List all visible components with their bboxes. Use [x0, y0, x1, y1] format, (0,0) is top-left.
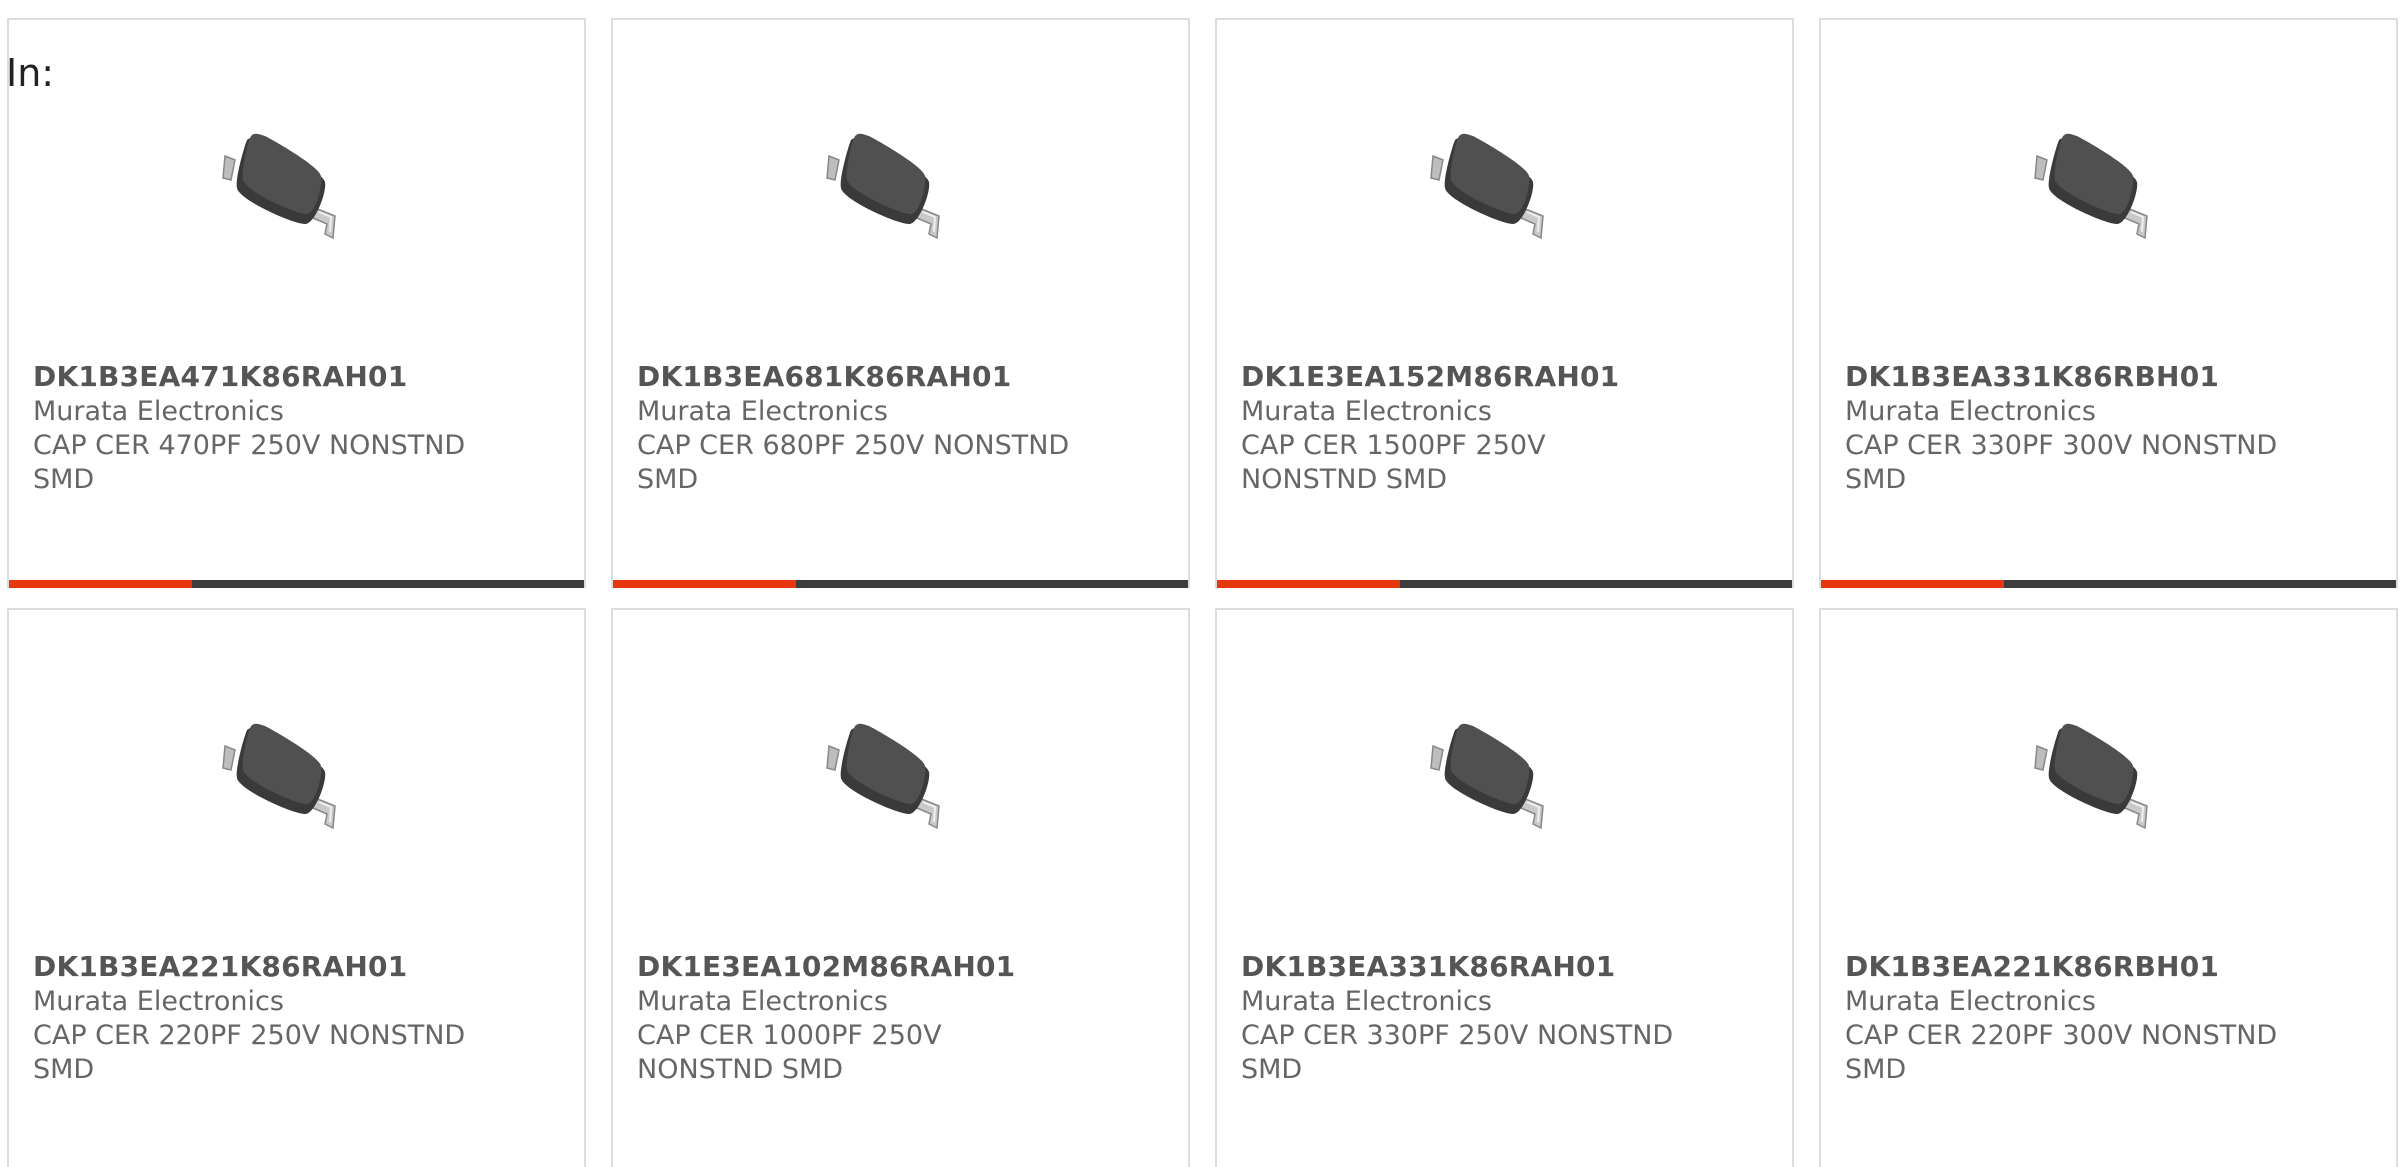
smd-capacitor-icon	[2034, 723, 2148, 830]
product-info: DK1B3EA221K86RBH01 Murata Electronics CA…	[1845, 950, 2365, 1087]
product-description: CAP CER 220PF 300V NONSTND SMD	[1845, 1020, 2278, 1085]
smd-capacitor-icon	[1430, 133, 1544, 240]
manufacturer-name: Murata Electronics	[33, 986, 284, 1017]
product-info: DK1B3EA681K86RAH01 Murata Electronics CA…	[637, 360, 1157, 497]
card-bottom-bar	[1821, 580, 2396, 588]
product-info: DK1E3EA102M86RAH01 Murata Electronics CA…	[637, 950, 1157, 1087]
manufacturer-name: Murata Electronics	[1241, 986, 1492, 1017]
product-card[interactable]: DK1B3EA471K86RAH01 Murata Electronics CA…	[7, 18, 586, 588]
part-number-link[interactable]: DK1B3EA331K86RBH01	[1845, 360, 2219, 393]
part-number-link[interactable]: DK1B3EA471K86RAH01	[33, 360, 407, 393]
product-card[interactable]: DK1E3EA152M86RAH01 Murata Electronics CA…	[1215, 18, 1794, 588]
part-number-link[interactable]: DK1B3EA221K86RAH01	[33, 950, 407, 983]
product-card[interactable]: DK1B3EA331K86RAH01 Murata Electronics CA…	[1215, 608, 1794, 1167]
product-description: CAP CER 330PF 250V NONSTND SMD	[1241, 1020, 1674, 1085]
product-info: DK1B3EA471K86RAH01 Murata Electronics CA…	[33, 360, 553, 497]
card-bar-accent	[9, 580, 192, 588]
product-info: DK1B3EA331K86RBH01 Murata Electronics CA…	[1845, 360, 2365, 497]
product-card[interactable]: DK1B3EA681K86RAH01 Murata Electronics CA…	[611, 18, 1190, 588]
product-description: CAP CER 330PF 300V NONSTND SMD	[1845, 430, 2278, 495]
manufacturer-name: Murata Electronics	[637, 396, 888, 427]
part-number-link[interactable]: DK1B3EA331K86RAH01	[1241, 950, 1615, 983]
smd-capacitor-icon	[2034, 133, 2148, 240]
manufacturer-name: Murata Electronics	[637, 986, 888, 1017]
card-bar-accent	[1821, 580, 2004, 588]
product-card[interactable]: DK1B3EA331K86RBH01 Murata Electronics CA…	[1819, 18, 2398, 588]
product-info: DK1B3EA331K86RAH01 Murata Electronics CA…	[1241, 950, 1761, 1087]
product-info: DK1E3EA152M86RAH01 Murata Electronics CA…	[1241, 360, 1761, 497]
card-bottom-bar	[1217, 580, 1792, 588]
product-description: CAP CER 680PF 250V NONSTND SMD	[637, 430, 1070, 495]
card-bar-accent	[1217, 580, 1400, 588]
smd-capacitor-icon	[222, 133, 336, 240]
manufacturer-name: Murata Electronics	[33, 396, 284, 427]
smd-capacitor-icon	[826, 133, 940, 240]
smd-capacitor-icon	[1430, 723, 1544, 830]
card-bottom-bar	[613, 580, 1188, 588]
product-card[interactable]: DK1B3EA221K86RBH01 Murata Electronics CA…	[1819, 608, 2398, 1167]
product-card[interactable]: DK1B3EA221K86RAH01 Murata Electronics CA…	[7, 608, 586, 1167]
smd-capacitor-icon	[222, 723, 336, 830]
product-description: CAP CER 220PF 250V NONSTND SMD	[33, 1020, 466, 1085]
part-number-link[interactable]: DK1B3EA681K86RAH01	[637, 360, 1011, 393]
part-number-link[interactable]: DK1E3EA102M86RAH01	[637, 950, 1015, 983]
smd-capacitor-icon	[826, 723, 940, 830]
manufacturer-name: Murata Electronics	[1845, 986, 2096, 1017]
card-bar-accent	[613, 580, 796, 588]
product-description: CAP CER 470PF 250V NONSTND SMD	[33, 430, 466, 495]
product-description: CAP CER 1000PF 250V NONSTND SMD	[637, 1020, 942, 1085]
filter-label: In:	[6, 51, 55, 95]
card-bottom-bar	[9, 580, 584, 588]
part-number-link[interactable]: DK1E3EA152M86RAH01	[1241, 360, 1619, 393]
product-description: CAP CER 1500PF 250V NONSTND SMD	[1241, 430, 1546, 495]
manufacturer-name: Murata Electronics	[1845, 396, 2096, 427]
product-info: DK1B3EA221K86RAH01 Murata Electronics CA…	[33, 950, 553, 1087]
product-card[interactable]: DK1E3EA102M86RAH01 Murata Electronics CA…	[611, 608, 1190, 1167]
manufacturer-name: Murata Electronics	[1241, 396, 1492, 427]
part-number-link[interactable]: DK1B3EA221K86RBH01	[1845, 950, 2219, 983]
